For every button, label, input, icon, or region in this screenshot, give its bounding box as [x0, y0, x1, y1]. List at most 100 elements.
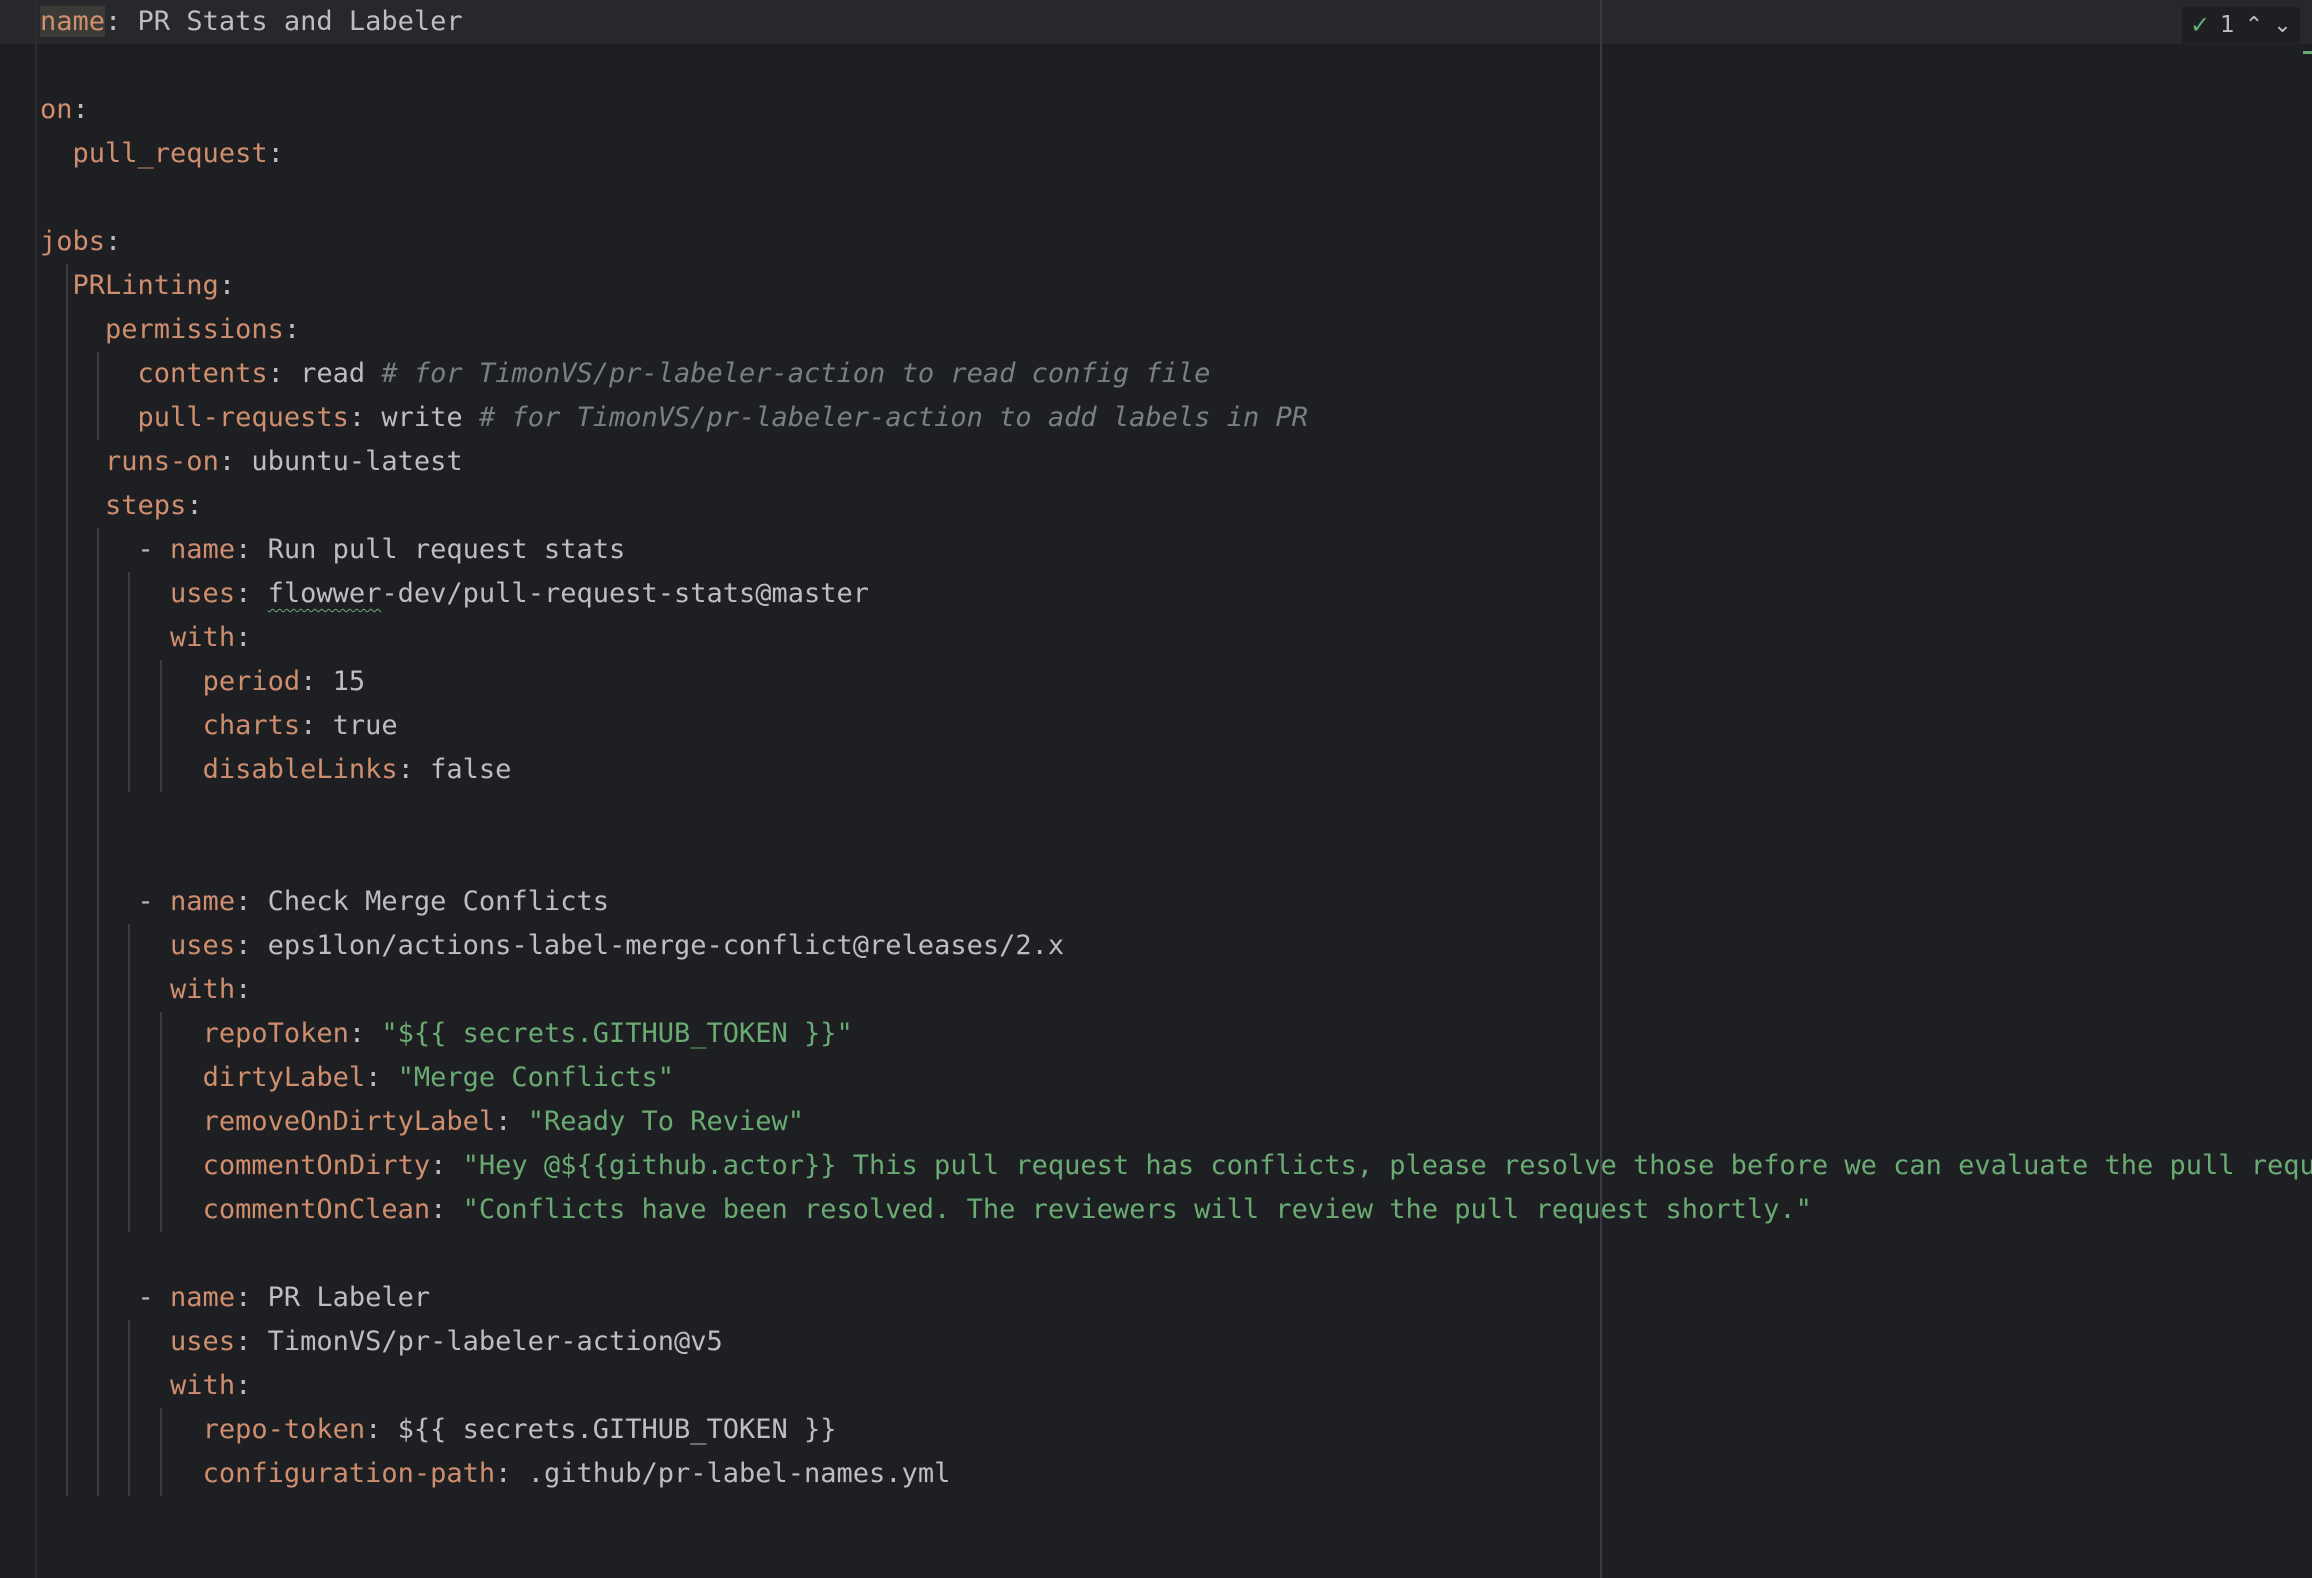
yaml-key: repoToken — [202, 1018, 349, 1049]
punctuation: : — [235, 930, 268, 961]
yaml-key: commentOnClean — [202, 1194, 431, 1225]
punctuation — [40, 710, 203, 741]
code-line[interactable]: uses: flowwer-dev/pull-request-stats@mas… — [40, 572, 869, 616]
code-line[interactable]: runs-on: ubuntu-latest — [40, 440, 463, 484]
punctuation: : — [267, 358, 301, 389]
yaml-key: commentOnDirty — [202, 1150, 431, 1181]
punctuation — [40, 270, 73, 301]
yaml-key: pull_request — [72, 138, 268, 169]
yaml-key: with — [170, 974, 236, 1005]
punctuation: : — [365, 1414, 398, 1445]
code-line[interactable]: commentOnDirty: "Hey @${{github.actor}} … — [40, 1144, 2312, 1188]
code-line[interactable]: uses: TimonVS/pr-labeler-action@v5 — [40, 1320, 723, 1364]
yaml-value: Run pull request stats — [267, 534, 626, 565]
punctuation: - — [40, 534, 171, 565]
punctuation: : — [300, 666, 333, 697]
punctuation — [40, 1370, 170, 1401]
yaml-key: with — [170, 622, 236, 653]
yaml-key: dirtyLabel — [202, 1062, 366, 1093]
comment: # for TimonVS/pr-labeler-action to read … — [381, 358, 1211, 389]
code-line[interactable]: pull_request: — [40, 132, 284, 176]
code-line[interactable]: permissions: — [40, 308, 300, 352]
scrollbar-marker[interactable] — [2303, 51, 2312, 54]
code-line[interactable]: - name: Check Merge Conflicts — [40, 880, 609, 924]
yaml-value: Check Merge Conflicts — [267, 886, 609, 917]
yaml-key: name — [170, 534, 236, 565]
punctuation — [40, 138, 73, 169]
punctuation: : — [105, 6, 138, 37]
punctuation: : — [72, 94, 89, 125]
code-line[interactable]: jobs: — [40, 220, 121, 264]
code-line[interactable]: - name: Run pull request stats — [40, 528, 626, 572]
punctuation: : — [283, 314, 301, 345]
code-line[interactable]: with: — [40, 1364, 251, 1408]
code-line[interactable]: dirtyLabel: "Merge Conflicts" — [40, 1056, 674, 1100]
yaml-key: permissions — [105, 314, 284, 345]
punctuation: : — [267, 138, 284, 169]
code-line[interactable]: period: 15 — [40, 660, 366, 704]
punctuation: : — [105, 226, 122, 257]
yaml-key: disableLinks — [202, 754, 398, 785]
code-line[interactable]: with: — [40, 616, 251, 660]
punctuation: : — [348, 1018, 382, 1049]
string-literal: "Merge Conflicts" — [397, 1062, 674, 1093]
code-line[interactable]: disableLinks: false — [40, 748, 512, 792]
code-line[interactable]: commentOnClean: "Conflicts have been res… — [40, 1188, 1812, 1232]
code-line[interactable]: repo-token: ${{ secrets.GITHUB_TOKEN }} — [40, 1408, 837, 1452]
punctuation — [40, 358, 138, 389]
code-line[interactable]: contents: read # for TimonVS/pr-labeler-… — [40, 352, 1211, 396]
punctuation: : — [235, 974, 252, 1005]
punctuation — [40, 490, 105, 521]
punctuation — [40, 1414, 203, 1445]
chevron-up-icon[interactable]: ⌃ — [2245, 13, 2263, 38]
code-line[interactable]: configuration-path: .github/pr-label-nam… — [40, 1452, 951, 1496]
yaml-value: write — [381, 402, 479, 433]
punctuation: : — [218, 270, 236, 301]
code-line[interactable]: repoToken: "${{ secrets.GITHUB_TOKEN }}" — [40, 1012, 853, 1056]
yaml-key: PRLinting — [72, 270, 219, 301]
yaml-value: eps1lon/actions-label-merge-conflict@rel… — [267, 930, 1065, 961]
punctuation — [40, 578, 170, 609]
code-line[interactable]: removeOnDirtyLabel: "Ready To Review" — [40, 1100, 804, 1144]
punctuation: : — [235, 1370, 252, 1401]
code-line[interactable]: on: — [40, 88, 89, 132]
punctuation: : — [397, 754, 431, 785]
yaml-key: name — [40, 6, 106, 37]
punctuation — [40, 1106, 203, 1137]
yaml-key: contents — [137, 358, 268, 389]
code-line[interactable]: charts: true — [40, 704, 398, 748]
punctuation: : — [235, 886, 268, 917]
code-line[interactable]: with: — [40, 968, 251, 1012]
yaml-key: removeOnDirtyLabel — [202, 1106, 496, 1137]
yaml-value: 15 — [332, 666, 366, 697]
punctuation: : — [235, 578, 268, 609]
chevron-down-icon[interactable]: ⌄ — [2273, 13, 2291, 38]
right-margin-guide — [1600, 0, 1602, 1578]
inspection-widget[interactable]: ✓ 1 ⌃ ⌄ — [2182, 7, 2300, 43]
punctuation — [40, 754, 203, 785]
punctuation — [40, 1062, 203, 1093]
gutter-divider — [35, 0, 37, 1578]
code-line[interactable]: name: PR Stats and Labeler — [40, 0, 463, 44]
yaml-value: read — [300, 358, 382, 389]
yaml-value: -dev/pull-request-stats@master — [381, 578, 870, 609]
yaml-value: true — [332, 710, 398, 741]
punctuation: : — [495, 1106, 528, 1137]
code-line[interactable]: - name: PR Labeler — [40, 1276, 431, 1320]
string-literal: "Ready To Review" — [527, 1106, 805, 1137]
punctuation: - — [40, 1282, 171, 1313]
punctuation: : — [495, 1458, 528, 1489]
string-literal: "Conflicts have been resolved. The revie… — [462, 1194, 1812, 1225]
code-line[interactable]: uses: eps1lon/actions-label-merge-confli… — [40, 924, 1064, 968]
punctuation: : — [235, 622, 252, 653]
yaml-key: jobs — [40, 226, 106, 257]
code-line[interactable]: steps: — [40, 484, 203, 528]
code-line[interactable]: pull-requests: write # for TimonVS/pr-la… — [40, 396, 1308, 440]
check-icon[interactable]: ✓ — [2190, 11, 2210, 39]
punctuation — [40, 402, 138, 433]
yaml-value: false — [430, 754, 512, 785]
yaml-value: PR Labeler — [267, 1282, 431, 1313]
string-literal: "${{ secrets.GITHUB_TOKEN }}" — [381, 1018, 853, 1049]
code-editor[interactable]: name: PR Stats and Labeler on: pull_reque… — [0, 0, 2312, 1578]
code-line[interactable]: PRLinting: — [40, 264, 236, 308]
